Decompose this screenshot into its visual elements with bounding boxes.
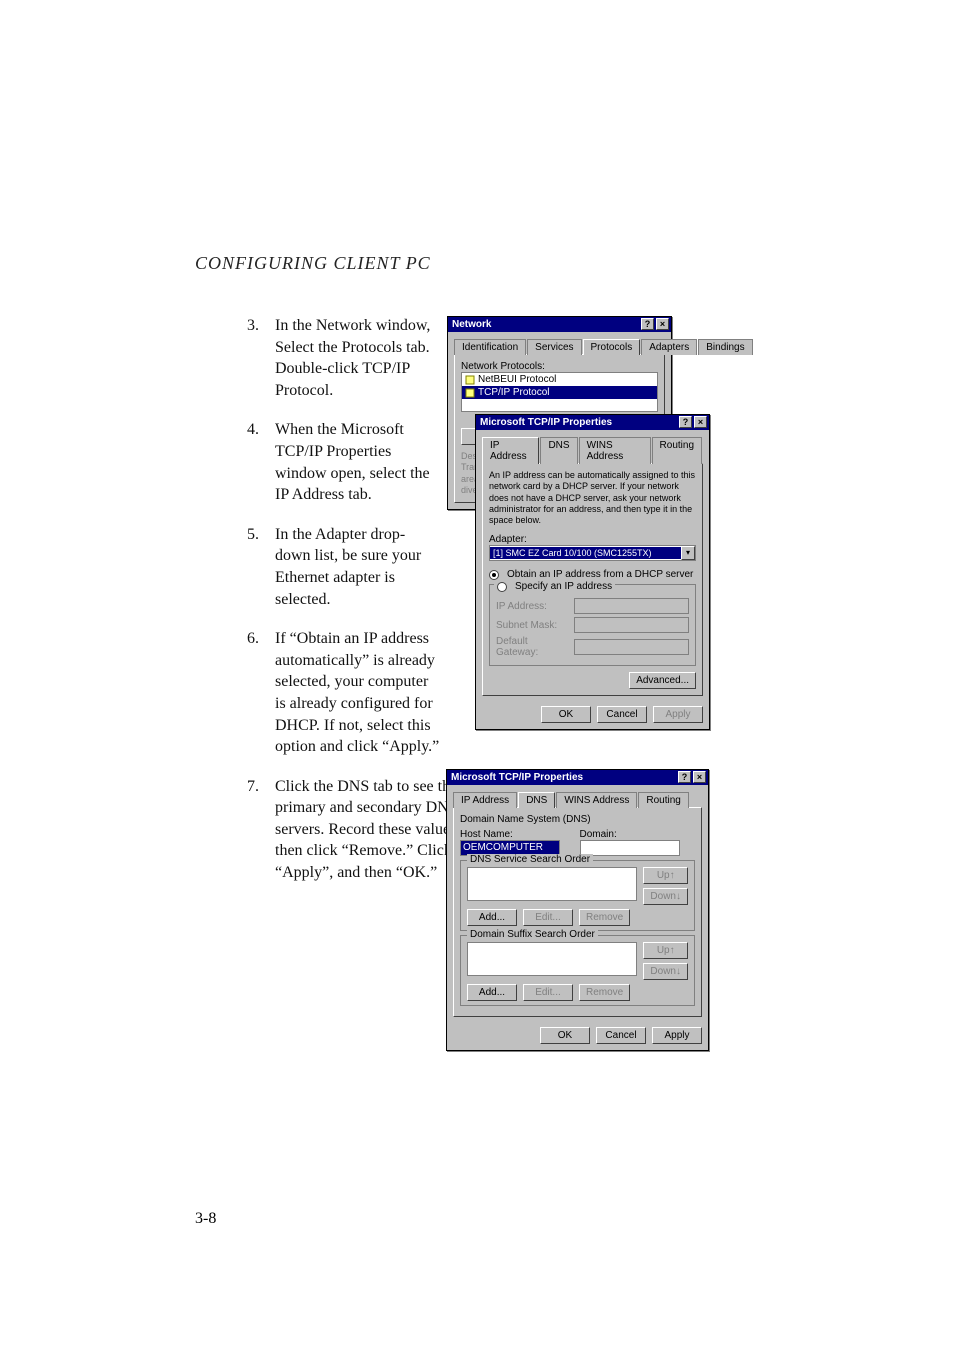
down-button[interactable]: Down↓ [643, 888, 688, 905]
close-icon[interactable]: × [693, 771, 706, 783]
dns-order-list[interactable] [467, 867, 637, 901]
domain-label: Domain: [580, 829, 617, 840]
suffix-search-order-label: Domain Suffix Search Order [467, 929, 598, 940]
adapter-label: Adapter: [489, 534, 696, 545]
radio-obtain-label: Obtain an IP address from a DHCP server [507, 569, 693, 580]
step-text-6: If “Obtain an IP address automatically” … [275, 628, 440, 758]
tcpip1-tabs: IP Address DNS WINS Address Routing [482, 436, 703, 463]
step-number-6: 6. [247, 628, 275, 758]
tab-services[interactable]: Services [527, 339, 581, 355]
tcpip1-title: Microsoft TCP/IP Properties [480, 417, 612, 428]
edit-button[interactable]: Edit... [523, 984, 573, 1001]
chevron-down-icon[interactable]: ▾ [681, 546, 695, 560]
tab-dns[interactable]: DNS [518, 792, 555, 808]
tcpip2-tabs: IP Address DNS WINS Address Routing [453, 791, 702, 807]
list-item-netbeui[interactable]: NetBEUI Protocol [462, 373, 657, 386]
tcpip-label: TCP/IP Protocol [478, 387, 550, 398]
edit-button[interactable]: Edit... [523, 909, 573, 926]
tcpip2-title: Microsoft TCP/IP Properties [451, 772, 583, 783]
tcpip-properties-window-dns: Microsoft TCP/IP Properties ? × IP Addre… [446, 769, 709, 1051]
network-tabs: Identification Services Protocols Adapte… [454, 338, 665, 354]
tab-ip-address[interactable]: IP Address [453, 792, 517, 808]
down-button[interactable]: Down↓ [643, 963, 688, 980]
add-button[interactable]: Add... [467, 909, 517, 926]
ok-button[interactable]: OK [540, 1027, 590, 1044]
tcpip2-titlebar[interactable]: Microsoft TCP/IP Properties ? × [447, 770, 708, 785]
radio-specify-label: Specify an IP address [515, 581, 612, 592]
gateway-label: Default Gateway: [496, 636, 570, 658]
network-protocols-label: Network Protocols: [461, 361, 658, 372]
step-number-7: 7. [247, 776, 275, 884]
add-button[interactable]: Add... [467, 984, 517, 1001]
page-header: CONFIGURING CLIENT PC [195, 253, 431, 274]
apply-button[interactable]: Apply [652, 1027, 702, 1044]
tab-bindings[interactable]: Bindings [698, 339, 752, 355]
radio-obtain[interactable] [489, 570, 499, 580]
suffix-order-list[interactable] [467, 942, 637, 976]
tab-wins[interactable]: WINS Address [556, 792, 637, 808]
page-number: 3-8 [195, 1210, 216, 1228]
tcpip1-titlebar[interactable]: Microsoft TCP/IP Properties ? × [476, 415, 709, 430]
ok-button[interactable]: OK [541, 706, 591, 723]
remove-button[interactable]: Remove [579, 909, 630, 926]
step-number-5: 5. [247, 524, 275, 610]
gateway-field [574, 639, 689, 655]
network-title: Network [452, 319, 491, 330]
remove-button[interactable]: Remove [579, 984, 630, 1001]
up-button[interactable]: Up↑ [643, 942, 688, 959]
netbeui-label: NetBEUI Protocol [478, 374, 556, 385]
radio-specify[interactable] [497, 582, 507, 592]
apply-button[interactable]: Apply [653, 706, 703, 723]
tab-protocols[interactable]: Protocols [583, 339, 641, 355]
advanced-button[interactable]: Advanced... [629, 672, 696, 689]
tab-ip-address[interactable]: IP Address [482, 437, 539, 464]
dns-group-label: Domain Name System (DNS) [460, 814, 695, 825]
step-text-5: In the Adapter drop-down list, be sure y… [275, 524, 440, 610]
close-icon[interactable]: × [694, 416, 707, 428]
subnet-label: Subnet Mask: [496, 620, 570, 631]
network-protocols-list[interactable]: NetBEUI Protocol TCP/IP Protocol [461, 372, 658, 412]
tab-routing[interactable]: Routing [638, 792, 688, 808]
ip-address-field [574, 598, 689, 614]
help-icon[interactable]: ? [678, 771, 691, 783]
tab-identification[interactable]: Identification [454, 339, 526, 355]
host-name-label: Host Name: [460, 829, 513, 840]
tab-dns[interactable]: DNS [540, 437, 577, 464]
step-text-4: When the Microsoft TCP/IP Properties win… [275, 419, 440, 505]
up-button[interactable]: Up↑ [643, 867, 688, 884]
tab-routing[interactable]: Routing [652, 437, 702, 464]
help-icon[interactable]: ? [641, 318, 654, 330]
step-number-4: 4. [247, 419, 275, 505]
cancel-button[interactable]: Cancel [597, 706, 647, 723]
domain-field[interactable] [580, 840, 680, 856]
cancel-button[interactable]: Cancel [596, 1027, 646, 1044]
help-icon[interactable]: ? [679, 416, 692, 428]
tcpip-properties-window-ip: Microsoft TCP/IP Properties ? × IP Addre… [475, 414, 710, 730]
close-icon[interactable]: × [656, 318, 669, 330]
list-item-tcpip[interactable]: TCP/IP Protocol [462, 386, 657, 399]
network-titlebar[interactable]: Network ? × [448, 317, 671, 332]
adapter-value: [1] SMC EZ Card 10/100 (SMC1255TX) [490, 547, 681, 559]
tcpip1-blurb: An IP address can be automatically assig… [489, 470, 696, 526]
subnet-field [574, 617, 689, 633]
adapter-select[interactable]: [1] SMC EZ Card 10/100 (SMC1255TX) ▾ [489, 545, 696, 561]
protocol-icon [465, 388, 475, 398]
ip-address-label: IP Address: [496, 601, 570, 612]
tab-wins[interactable]: WINS Address [579, 437, 651, 464]
step-text-3: In the Network window, Select the Protoc… [275, 315, 440, 401]
tab-adapters[interactable]: Adapters [641, 339, 697, 355]
protocol-icon [465, 375, 475, 385]
step-number-3: 3. [247, 315, 275, 401]
dns-search-order-label: DNS Service Search Order [467, 854, 593, 865]
